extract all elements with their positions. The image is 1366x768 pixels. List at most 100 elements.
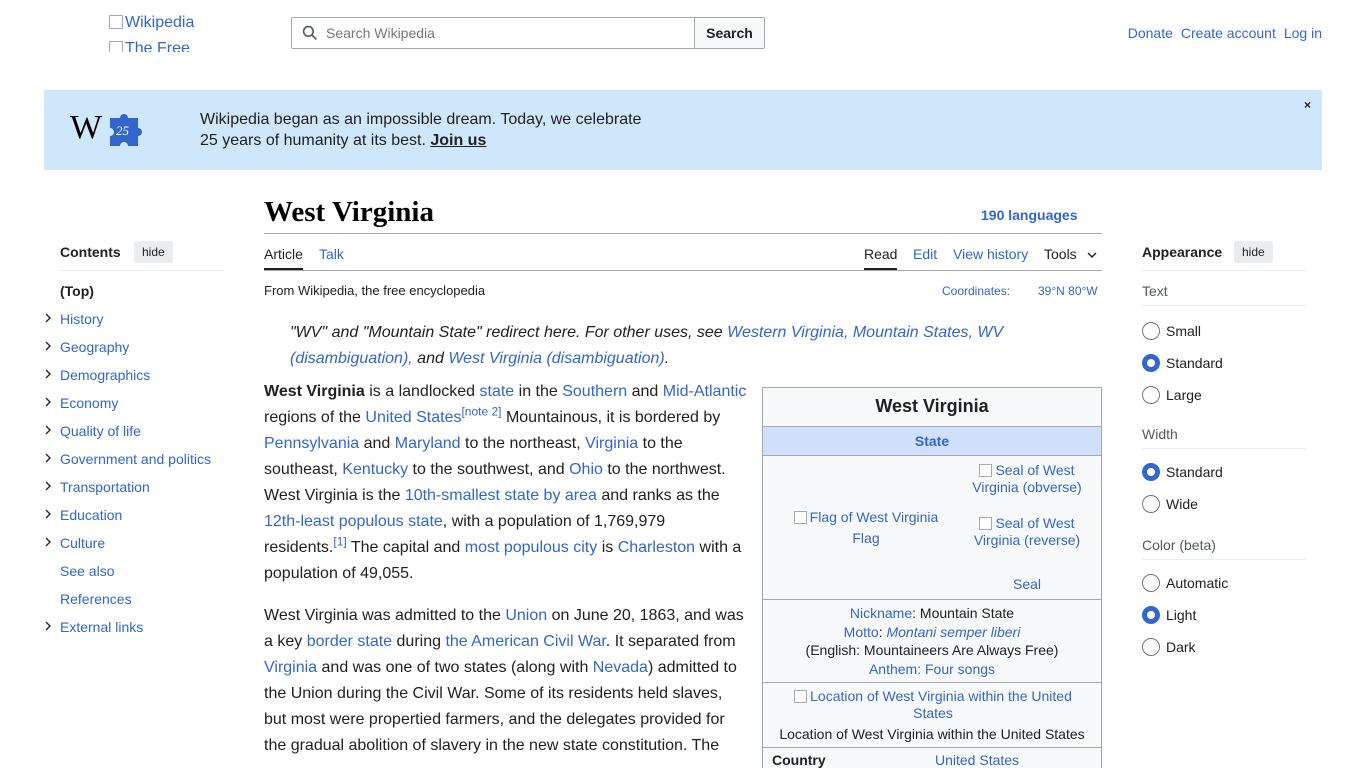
toc-item[interactable]: Transportation (40, 478, 211, 506)
close-icon[interactable]: × (1304, 98, 1311, 112)
seal-reverse-image[interactable]: Seal of West Virginia (reverse) (967, 515, 1087, 549)
tools-menu[interactable]: Tools (1044, 246, 1097, 262)
toc-item[interactable]: (Top) (40, 282, 211, 310)
toc-item[interactable]: Government and politics (40, 450, 211, 478)
citation-link[interactable]: [1] (333, 535, 346, 549)
toc-item[interactable]: History (40, 310, 211, 338)
toc-item[interactable]: Culture (40, 534, 211, 562)
tab-read[interactable]: Read (864, 246, 897, 262)
article-link[interactable]: Maryland (395, 435, 461, 452)
radio-button[interactable] (1142, 574, 1160, 592)
search-button[interactable]: Search (694, 17, 765, 49)
paragraph-text: to the northeast, (460, 435, 586, 452)
motto-row: Motto: Montani semper liberi (843, 624, 1021, 640)
chevron-right-icon[interactable] (43, 537, 53, 547)
nickname-label[interactable]: Nickname (850, 605, 912, 621)
article-link[interactable]: Southern (562, 383, 627, 400)
location-map-caption: Location of West Virginia within the Uni… (779, 726, 1085, 742)
country-value[interactable]: United States (935, 752, 1019, 768)
article-link[interactable]: state (480, 383, 515, 400)
coordinates-label[interactable]: Coordinates: (942, 284, 1010, 298)
chevron-right-icon[interactable] (43, 425, 53, 435)
infobox-divider (763, 747, 1101, 748)
flag-caption[interactable]: Flag (791, 530, 941, 547)
location-map-image[interactable]: Location of West Virginia within the Uni… (783, 688, 1083, 722)
article-link[interactable]: Virginia (264, 659, 317, 676)
appearance-option[interactable]: Standard (1142, 353, 1223, 373)
article-link[interactable]: 12th-least populous state (264, 513, 443, 530)
radio-button[interactable] (1142, 386, 1160, 404)
country-label: Country (772, 752, 826, 768)
chevron-right-icon[interactable] (43, 313, 53, 323)
article-link[interactable]: most populous city (465, 539, 598, 556)
radio-button[interactable] (1142, 354, 1160, 372)
appearance-option[interactable]: Light (1142, 605, 1196, 625)
chevron-right-icon[interactable] (43, 453, 53, 463)
tab-view-history[interactable]: View history (953, 246, 1028, 262)
anthem-value[interactable]: Four songs (925, 661, 995, 677)
article-link[interactable]: Kentucky (342, 461, 408, 478)
appearance-option[interactable]: Standard (1142, 462, 1223, 482)
article-link[interactable]: Pennsylvania (264, 435, 359, 452)
article-link[interactable]: the American Civil War (445, 633, 605, 650)
toc-hide-button[interactable]: hide (134, 241, 173, 263)
flag-image[interactable]: Flag of West Virginia (791, 509, 941, 526)
chevron-right-icon[interactable] (43, 481, 53, 491)
appearance-option[interactable]: Small (1142, 321, 1201, 341)
appearance-option[interactable]: Dark (1142, 637, 1196, 657)
appearance-option[interactable]: Large (1142, 385, 1202, 405)
article-link[interactable]: border state (307, 633, 392, 650)
log-in-link[interactable]: Log in (1284, 25, 1322, 41)
appearance-option[interactable]: Automatic (1142, 573, 1228, 593)
article-link[interactable]: Charleston (618, 539, 695, 556)
radio-button[interactable] (1142, 463, 1160, 481)
search-input[interactable] (292, 18, 694, 48)
seal-obverse-image[interactable]: Seal of West Virginia (obverse) (967, 462, 1087, 496)
article-link[interactable]: Nevada (593, 659, 648, 676)
toc-item[interactable]: References (40, 590, 211, 618)
radio-button[interactable] (1142, 495, 1160, 513)
wikipedia-wordmark[interactable]: The Free (109, 40, 190, 52)
tab-edit[interactable]: Edit (913, 246, 937, 262)
anthem-label[interactable]: Anthem (869, 661, 917, 677)
toc-item-label: Economy (60, 395, 119, 411)
toc-item[interactable]: Economy (40, 394, 211, 422)
article-link[interactable]: United States (365, 409, 461, 426)
seal-caption[interactable]: Seal (967, 576, 1087, 593)
article-link[interactable]: Ohio (569, 461, 603, 478)
article-link[interactable]: Union (505, 607, 547, 624)
infobox-subtitle[interactable]: State (763, 426, 1101, 456)
motto-label[interactable]: Motto (844, 624, 879, 640)
toc-item[interactable]: Geography (40, 338, 211, 366)
join-us-link[interactable]: Join us (430, 132, 486, 149)
donate-link[interactable]: Donate (1128, 25, 1173, 41)
article-link[interactable]: Virginia (585, 435, 638, 452)
toc-item[interactable]: Demographics (40, 366, 211, 394)
appearance-hide-button[interactable]: hide (1234, 241, 1273, 263)
chevron-right-icon[interactable] (43, 369, 53, 379)
tab-article[interactable]: Article (264, 246, 303, 262)
coordinates-value[interactable]: 39°N 80°W (1038, 284, 1098, 298)
chevron-right-icon[interactable] (43, 397, 53, 407)
toc-item[interactable]: See also (40, 562, 211, 590)
create-account-link[interactable]: Create account (1181, 25, 1276, 41)
tab-talk[interactable]: Talk (319, 246, 344, 262)
motto-value[interactable]: Montani semper liberi (886, 624, 1020, 640)
citation-link[interactable]: [note 2] (461, 405, 501, 419)
chevron-right-icon[interactable] (43, 341, 53, 351)
paragraph-text: residents. (264, 539, 334, 556)
radio-button[interactable] (1142, 322, 1160, 340)
appearance-option[interactable]: Wide (1142, 494, 1198, 514)
radio-button[interactable] (1142, 638, 1160, 656)
chevron-right-icon[interactable] (43, 509, 53, 519)
radio-button[interactable] (1142, 606, 1160, 624)
article-link[interactable]: 10th-smallest state by area (405, 487, 597, 504)
hatnote-link-wv-disambig[interactable]: West Virginia (disambiguation) (448, 350, 664, 367)
toc-item[interactable]: External links (40, 618, 211, 646)
chevron-right-icon[interactable] (43, 621, 53, 631)
article-link[interactable]: Mid-Atlantic (663, 383, 747, 400)
language-button[interactable]: 190 languages (981, 207, 1078, 223)
toc-item[interactable]: Education (40, 506, 211, 534)
toc-item[interactable]: Quality of life (40, 422, 211, 450)
wikipedia-logo[interactable]: Wikipedia (109, 14, 194, 32)
